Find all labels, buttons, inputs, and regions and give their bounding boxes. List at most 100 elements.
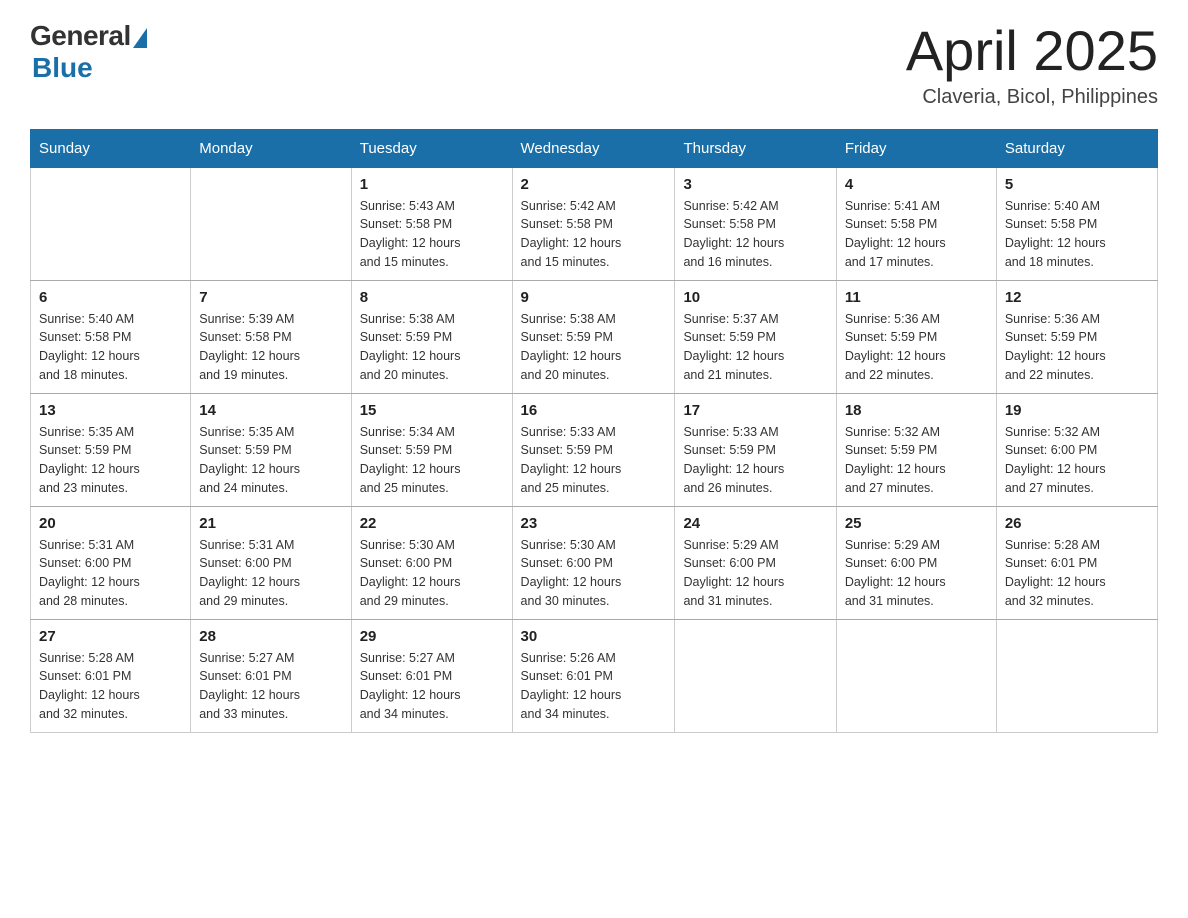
calendar-cell: 1 Sunrise: 5:43 AMSunset: 5:58 PMDaylight…	[351, 167, 512, 280]
day-info: Sunrise: 5:34 AMSunset: 5:59 PMDaylight:…	[360, 423, 504, 498]
day-info: Sunrise: 5:31 AMSunset: 6:00 PMDaylight:…	[39, 536, 182, 611]
day-number: 27	[39, 628, 182, 645]
calendar-title: April 2025	[906, 20, 1158, 82]
calendar-cell: 29 Sunrise: 5:27 AMSunset: 6:01 PMDayligh…	[351, 619, 512, 732]
day-info: Sunrise: 5:26 AMSunset: 6:01 PMDaylight:…	[521, 649, 667, 724]
calendar-week-row: 27 Sunrise: 5:28 AMSunset: 6:01 PMDayligh…	[31, 619, 1158, 732]
day-info: Sunrise: 5:39 AMSunset: 5:58 PMDaylight:…	[199, 310, 342, 385]
day-number: 22	[360, 515, 504, 532]
calendar-cell: 19 Sunrise: 5:32 AMSunset: 6:00 PMDayligh…	[996, 393, 1157, 506]
day-info: Sunrise: 5:32 AMSunset: 5:59 PMDaylight:…	[845, 423, 988, 498]
calendar-cell	[31, 167, 191, 280]
calendar-cell: 18 Sunrise: 5:32 AMSunset: 5:59 PMDayligh…	[836, 393, 996, 506]
day-info: Sunrise: 5:38 AMSunset: 5:59 PMDaylight:…	[360, 310, 504, 385]
calendar-week-row: 6Sunrise: 5:40 AMSunset: 5:58 PMDaylight…	[31, 280, 1158, 393]
day-number: 11	[845, 289, 988, 306]
calendar-cell	[836, 619, 996, 732]
calendar-cell: 30 Sunrise: 5:26 AMSunset: 6:01 PMDayligh…	[512, 619, 675, 732]
calendar-cell: 11 Sunrise: 5:36 AMSunset: 5:59 PMDayligh…	[836, 280, 996, 393]
calendar-week-row: 13 Sunrise: 5:35 AMSunset: 5:59 PMDayligh…	[31, 393, 1158, 506]
title-section: April 2025 Claveria, Bicol, Philippines	[906, 20, 1158, 109]
day-number: 1	[360, 176, 504, 193]
calendar-cell: 21 Sunrise: 5:31 AMSunset: 6:00 PMDayligh…	[191, 506, 351, 619]
day-number: 29	[360, 628, 504, 645]
day-info: Sunrise: 5:42 AMSunset: 5:58 PMDaylight:…	[683, 197, 827, 272]
day-number: 8	[360, 289, 504, 306]
day-number: 20	[39, 515, 182, 532]
calendar-cell: 12Sunrise: 5:36 AMSunset: 5:59 PMDayligh…	[996, 280, 1157, 393]
day-info: Sunrise: 5:42 AMSunset: 5:58 PMDaylight:…	[521, 197, 667, 272]
day-number: 10	[683, 289, 827, 306]
logo-general-text: General	[30, 20, 131, 52]
day-number: 6	[39, 289, 182, 306]
calendar-header-saturday: Saturday	[996, 129, 1157, 167]
day-number: 23	[521, 515, 667, 532]
calendar-header-thursday: Thursday	[675, 129, 836, 167]
day-info: Sunrise: 5:28 AMSunset: 6:01 PMDaylight:…	[1005, 536, 1149, 611]
calendar-cell: 9Sunrise: 5:38 AMSunset: 5:59 PMDaylight…	[512, 280, 675, 393]
day-info: Sunrise: 5:27 AMSunset: 6:01 PMDaylight:…	[360, 649, 504, 724]
calendar-cell: 16Sunrise: 5:33 AMSunset: 5:59 PMDayligh…	[512, 393, 675, 506]
calendar-week-row: 1 Sunrise: 5:43 AMSunset: 5:58 PMDaylight…	[31, 167, 1158, 280]
calendar-cell: 20 Sunrise: 5:31 AMSunset: 6:00 PMDayligh…	[31, 506, 191, 619]
calendar-cell: 7 Sunrise: 5:39 AMSunset: 5:58 PMDaylight…	[191, 280, 351, 393]
day-info: Sunrise: 5:29 AMSunset: 6:00 PMDaylight:…	[845, 536, 988, 611]
calendar-cell: 8 Sunrise: 5:38 AMSunset: 5:59 PMDaylight…	[351, 280, 512, 393]
day-info: Sunrise: 5:28 AMSunset: 6:01 PMDaylight:…	[39, 649, 182, 724]
day-number: 19	[1005, 402, 1149, 419]
logo-blue-text: Blue	[32, 52, 93, 84]
calendar-week-row: 20 Sunrise: 5:31 AMSunset: 6:00 PMDayligh…	[31, 506, 1158, 619]
day-info: Sunrise: 5:36 AMSunset: 5:59 PMDaylight:…	[845, 310, 988, 385]
day-number: 13	[39, 402, 182, 419]
calendar-cell: 25 Sunrise: 5:29 AMSunset: 6:00 PMDayligh…	[836, 506, 996, 619]
calendar-cell: 22 Sunrise: 5:30 AMSunset: 6:00 PMDayligh…	[351, 506, 512, 619]
calendar-header-monday: Monday	[191, 129, 351, 167]
day-number: 30	[521, 628, 667, 645]
day-number: 18	[845, 402, 988, 419]
day-info: Sunrise: 5:31 AMSunset: 6:00 PMDaylight:…	[199, 536, 342, 611]
day-info: Sunrise: 5:32 AMSunset: 6:00 PMDaylight:…	[1005, 423, 1149, 498]
calendar-cell: 10 Sunrise: 5:37 AMSunset: 5:59 PMDayligh…	[675, 280, 836, 393]
day-number: 2	[521, 176, 667, 193]
logo-triangle-icon	[133, 28, 147, 48]
day-number: 7	[199, 289, 342, 306]
calendar-header-tuesday: Tuesday	[351, 129, 512, 167]
day-number: 9	[521, 289, 667, 306]
calendar-cell: 3 Sunrise: 5:42 AMSunset: 5:58 PMDaylight…	[675, 167, 836, 280]
day-number: 25	[845, 515, 988, 532]
day-info: Sunrise: 5:33 AMSunset: 5:59 PMDaylight:…	[521, 423, 667, 498]
calendar-cell: 26Sunrise: 5:28 AMSunset: 6:01 PMDayligh…	[996, 506, 1157, 619]
day-info: Sunrise: 5:37 AMSunset: 5:59 PMDaylight:…	[683, 310, 827, 385]
calendar-cell: 27 Sunrise: 5:28 AMSunset: 6:01 PMDayligh…	[31, 619, 191, 732]
calendar-header-friday: Friday	[836, 129, 996, 167]
calendar-cell: 14Sunrise: 5:35 AMSunset: 5:59 PMDayligh…	[191, 393, 351, 506]
day-info: Sunrise: 5:30 AMSunset: 6:00 PMDaylight:…	[521, 536, 667, 611]
day-info: Sunrise: 5:43 AMSunset: 5:58 PMDaylight:…	[360, 197, 504, 272]
day-number: 3	[683, 176, 827, 193]
calendar-cell	[191, 167, 351, 280]
day-info: Sunrise: 5:40 AMSunset: 5:58 PMDaylight:…	[1005, 197, 1149, 272]
calendar-cell	[675, 619, 836, 732]
calendar-cell: 28Sunrise: 5:27 AMSunset: 6:01 PMDayligh…	[191, 619, 351, 732]
calendar-cell: 6Sunrise: 5:40 AMSunset: 5:58 PMDaylight…	[31, 280, 191, 393]
calendar-cell: 5 Sunrise: 5:40 AMSunset: 5:58 PMDaylight…	[996, 167, 1157, 280]
day-number: 17	[683, 402, 827, 419]
calendar-header-sunday: Sunday	[31, 129, 191, 167]
calendar-cell: 17Sunrise: 5:33 AMSunset: 5:59 PMDayligh…	[675, 393, 836, 506]
calendar-cell: 4Sunrise: 5:41 AMSunset: 5:58 PMDaylight…	[836, 167, 996, 280]
day-info: Sunrise: 5:35 AMSunset: 5:59 PMDaylight:…	[199, 423, 342, 498]
calendar-header-wednesday: Wednesday	[512, 129, 675, 167]
day-number: 5	[1005, 176, 1149, 193]
day-number: 21	[199, 515, 342, 532]
calendar-table: SundayMondayTuesdayWednesdayThursdayFrid…	[30, 129, 1158, 733]
day-number: 24	[683, 515, 827, 532]
calendar-cell: 2 Sunrise: 5:42 AMSunset: 5:58 PMDaylight…	[512, 167, 675, 280]
day-info: Sunrise: 5:29 AMSunset: 6:00 PMDaylight:…	[683, 536, 827, 611]
day-info: Sunrise: 5:30 AMSunset: 6:00 PMDaylight:…	[360, 536, 504, 611]
calendar-location: Claveria, Bicol, Philippines	[906, 86, 1158, 109]
day-number: 4	[845, 176, 988, 193]
day-info: Sunrise: 5:27 AMSunset: 6:01 PMDaylight:…	[199, 649, 342, 724]
logo: General Blue	[30, 20, 147, 84]
day-info: Sunrise: 5:35 AMSunset: 5:59 PMDaylight:…	[39, 423, 182, 498]
calendar-cell: 15Sunrise: 5:34 AMSunset: 5:59 PMDayligh…	[351, 393, 512, 506]
